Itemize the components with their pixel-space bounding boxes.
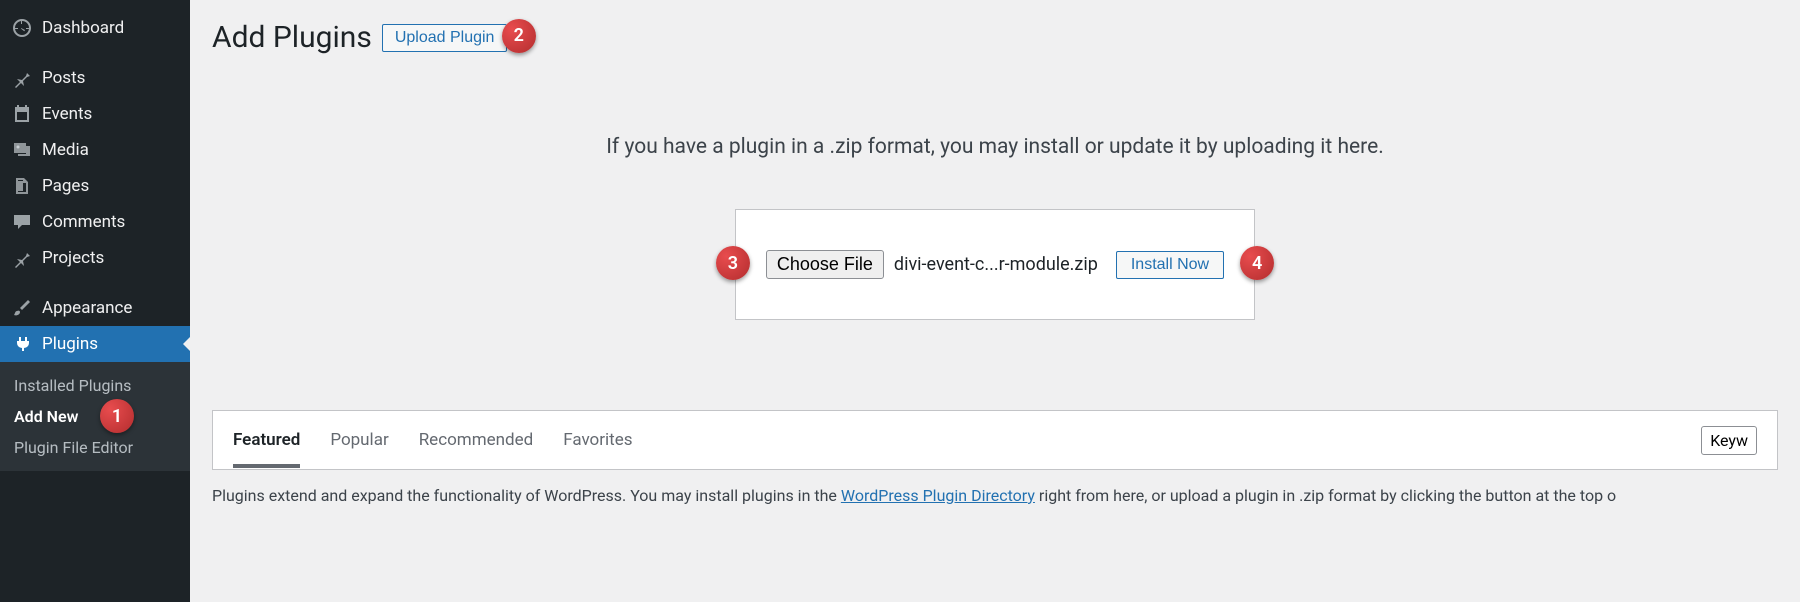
sidebar-item-label: Dashboard — [42, 18, 124, 38]
sidebar-item-label: Events — [42, 104, 92, 124]
comments-icon — [12, 212, 32, 232]
sidebar-item-plugins[interactable]: Plugins — [0, 326, 190, 362]
choose-file-button[interactable]: Choose File — [766, 250, 884, 279]
upload-section: If you have a plugin in a .zip format, y… — [212, 135, 1778, 320]
main-content: Add Plugins Upload Plugin 2 If you have … — [190, 0, 1800, 602]
dashboard-icon — [12, 18, 32, 38]
plugin-filter-tabs: Featured Popular Recommended Favorites K… — [212, 410, 1778, 470]
sidebar-item-projects[interactable]: Projects — [0, 240, 190, 276]
sidebar-sub-add-new[interactable]: Add New 1 — [0, 401, 190, 432]
pin-icon — [12, 68, 32, 88]
sidebar-item-label: Pages — [42, 176, 89, 196]
page-header: Add Plugins Upload Plugin 2 — [212, 20, 1778, 55]
sidebar-item-label: Media — [42, 140, 89, 160]
selected-file-name: divi-event-c...r-module.zip — [894, 254, 1098, 275]
upload-form: 3 Choose File divi-event-c...r-module.zi… — [735, 209, 1255, 320]
description-suffix: right from here, or upload a plugin in .… — [1035, 486, 1616, 505]
upload-message: If you have a plugin in a .zip format, y… — [212, 135, 1778, 159]
sidebar-item-label: Appearance — [42, 298, 132, 318]
media-icon — [12, 140, 32, 160]
sidebar-item-appearance[interactable]: Appearance — [0, 290, 190, 326]
calendar-icon — [12, 104, 32, 124]
sidebar-item-label: Comments — [42, 212, 125, 232]
annotation-badge-1: 1 — [100, 399, 134, 433]
sidebar-sub-label: Installed Plugins — [14, 376, 131, 395]
sidebar-item-dashboard[interactable]: Dashboard — [0, 10, 190, 46]
sidebar-item-comments[interactable]: Comments — [0, 204, 190, 240]
tab-favorites[interactable]: Favorites — [563, 412, 632, 468]
sidebar-sub-label: Plugin File Editor — [14, 438, 133, 457]
plugins-description: Plugins extend and expand the functional… — [212, 484, 1778, 508]
plug-icon — [12, 334, 32, 354]
brush-icon — [12, 298, 32, 318]
sidebar-item-label: Plugins — [42, 334, 98, 354]
pin-icon — [12, 248, 32, 268]
admin-sidebar: Dashboard Posts Events Media Pages Comme… — [0, 0, 190, 602]
sidebar-item-posts[interactable]: Posts — [0, 60, 190, 96]
wp-plugin-directory-link[interactable]: WordPress Plugin Directory — [841, 486, 1035, 505]
description-prefix: Plugins extend and expand the functional… — [212, 486, 841, 505]
sidebar-item-pages[interactable]: Pages — [0, 168, 190, 204]
pages-icon — [12, 176, 32, 196]
sidebar-sub-label: Add New — [14, 407, 78, 426]
sidebar-item-media[interactable]: Media — [0, 132, 190, 168]
sidebar-sub-plugin-file-editor[interactable]: Plugin File Editor — [0, 432, 190, 463]
upload-plugin-button[interactable]: Upload Plugin — [382, 24, 508, 52]
sidebar-item-label: Projects — [42, 248, 104, 268]
page-title: Add Plugins — [212, 20, 372, 55]
sidebar-submenu-plugins: Installed Plugins Add New 1 Plugin File … — [0, 362, 190, 471]
sidebar-item-events[interactable]: Events — [0, 96, 190, 132]
annotation-badge-3: 3 — [716, 246, 750, 280]
tab-popular[interactable]: Popular — [330, 412, 388, 468]
search-type-select[interactable]: Keyw — [1701, 426, 1757, 455]
sidebar-item-label: Posts — [42, 68, 85, 88]
tab-recommended[interactable]: Recommended — [419, 412, 534, 468]
install-now-button[interactable]: Install Now — [1116, 251, 1224, 279]
sidebar-sub-installed-plugins[interactable]: Installed Plugins — [0, 370, 190, 401]
annotation-badge-4: 4 — [1240, 246, 1274, 280]
annotation-badge-2: 2 — [502, 19, 536, 53]
tab-featured[interactable]: Featured — [233, 412, 300, 468]
